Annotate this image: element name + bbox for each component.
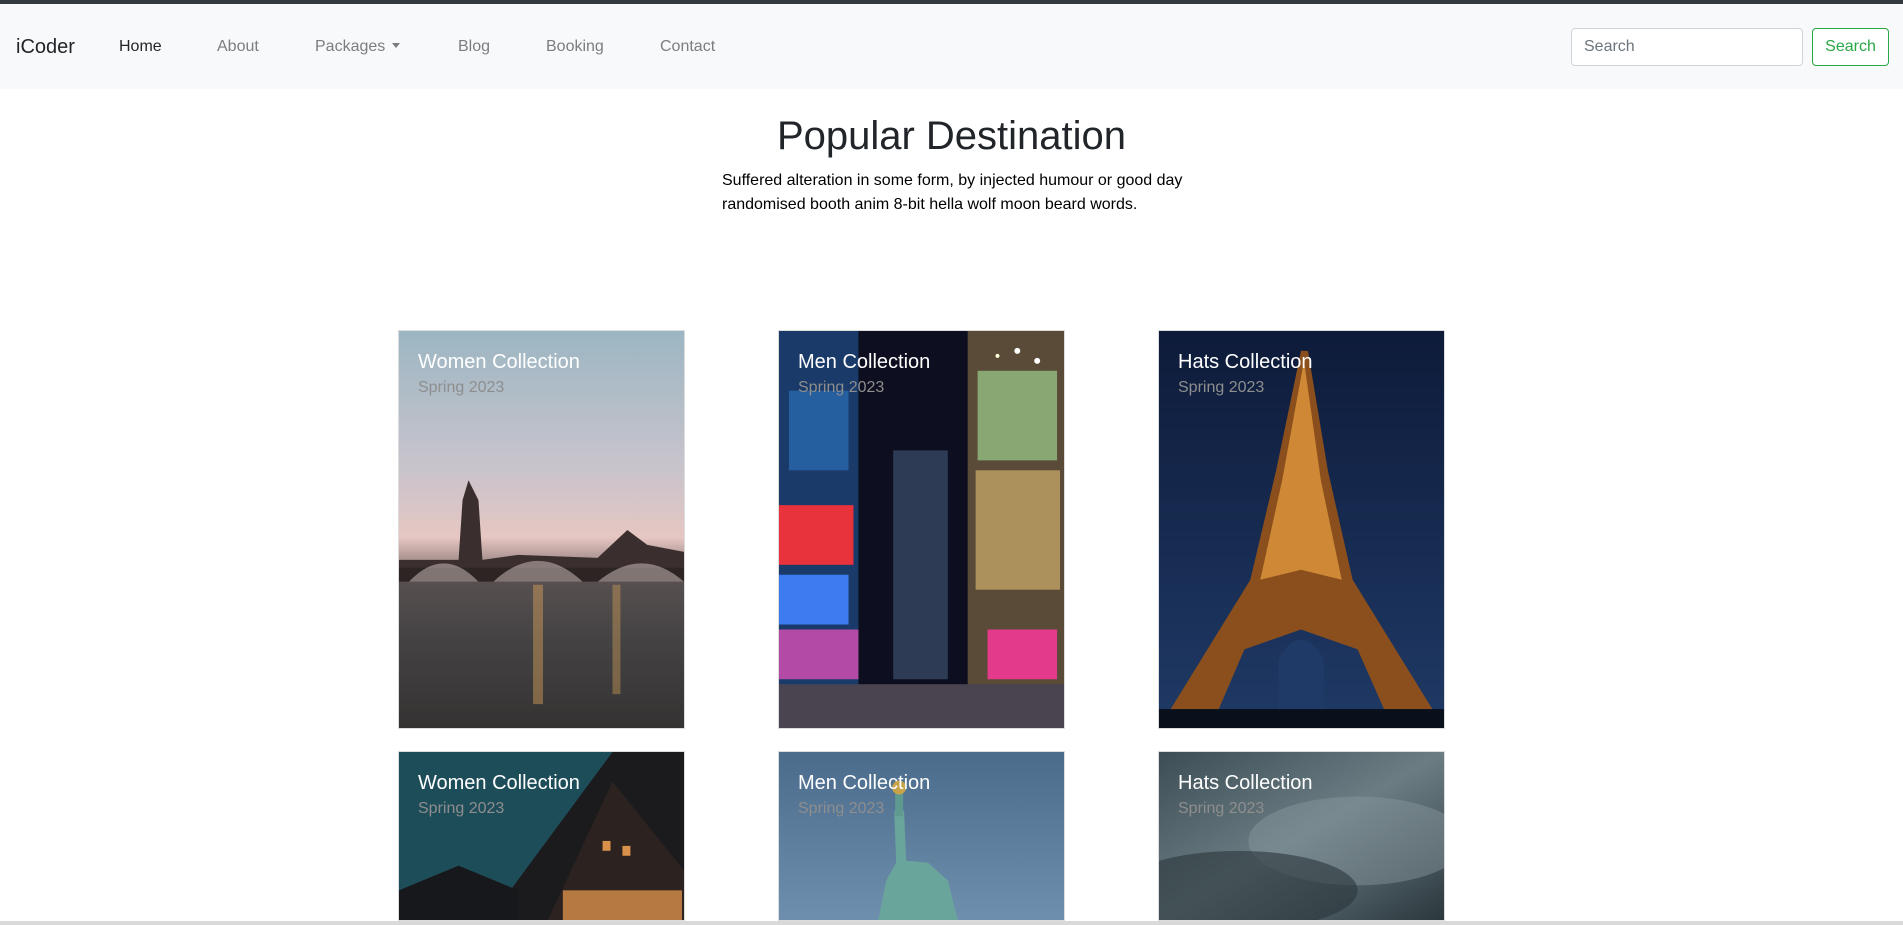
subtitle-line-2: randomised booth anim 8-bit hella wolf m… bbox=[722, 196, 1138, 213]
destination-card[interactable]: Women Collection Spring 2023 bbox=[398, 330, 685, 729]
subtitle-line-1: Suffered alteration in some form, by inj… bbox=[722, 172, 1183, 189]
card-title: Women Collection bbox=[418, 772, 580, 794]
card-subtitle: Spring 2023 bbox=[1178, 800, 1265, 817]
destination-card[interactable]: Women Collection Spring 2023 bbox=[398, 751, 685, 921]
navbar: iCoder Home About Packages Blog Booking … bbox=[0, 4, 1903, 89]
nav-blog[interactable]: Blog bbox=[458, 38, 490, 56]
card-title: Women Collection bbox=[418, 351, 580, 373]
card-subtitle: Spring 2023 bbox=[798, 379, 885, 396]
search-button[interactable]: Search bbox=[1812, 28, 1889, 66]
card-subtitle: Spring 2023 bbox=[418, 379, 505, 396]
card-subtitle: Spring 2023 bbox=[798, 800, 885, 817]
nav-booking[interactable]: Booking bbox=[546, 38, 604, 56]
destination-card[interactable]: Men Collection Spring 2023 bbox=[778, 751, 1065, 921]
nav-packages-dropdown[interactable]: Packages bbox=[315, 38, 401, 56]
card-title: Men Collection bbox=[798, 351, 931, 373]
brand-link[interactable]: iCoder bbox=[16, 36, 75, 59]
card-title: Hats Collection bbox=[1178, 351, 1313, 373]
nav-about[interactable]: About bbox=[217, 38, 259, 56]
nav-contact[interactable]: Contact bbox=[660, 38, 715, 56]
card-title: Men Collection bbox=[798, 772, 931, 794]
card-title: Hats Collection bbox=[1178, 772, 1313, 794]
nav-home[interactable]: Home bbox=[119, 38, 162, 56]
destination-card[interactable]: Hats Collection Spring 2023 bbox=[1158, 751, 1445, 921]
caret-down-icon bbox=[392, 43, 401, 48]
search-input[interactable] bbox=[1571, 28, 1803, 66]
nav-packages-label: Packages bbox=[315, 38, 386, 55]
destination-card[interactable]: Men Collection Spring 2023 bbox=[778, 330, 1065, 729]
page-subtitle: Suffered alteration in some form, by inj… bbox=[722, 169, 1202, 217]
destination-card[interactable]: Hats Collection Spring 2023 bbox=[1158, 330, 1445, 729]
card-subtitle: Spring 2023 bbox=[418, 800, 505, 817]
horizontal-scrollbar[interactable] bbox=[0, 921, 1903, 925]
card-subtitle: Spring 2023 bbox=[1178, 379, 1265, 396]
page-title: Popular Destination bbox=[776, 114, 1127, 158]
